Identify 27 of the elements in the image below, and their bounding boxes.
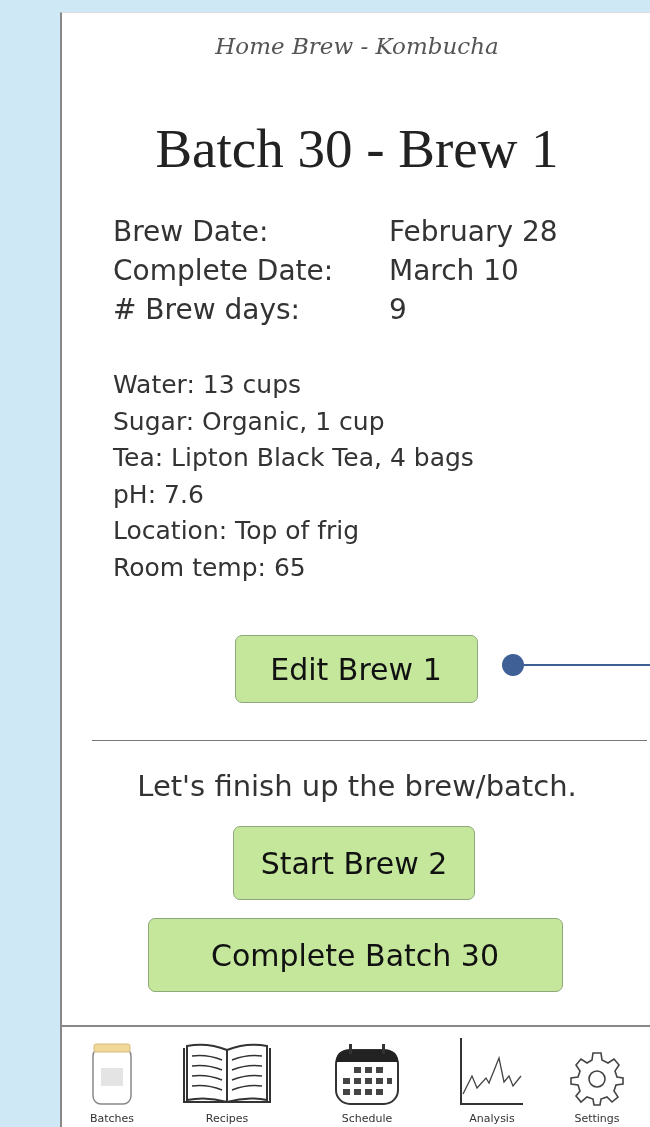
line-chart-icon xyxy=(459,1038,525,1106)
calendar-icon xyxy=(334,1042,400,1106)
detail-line: Water: 13 cups xyxy=(113,369,303,401)
nav-item[interactable]: Batches xyxy=(62,1042,162,1125)
nav-item[interactable]: Schedule xyxy=(292,1042,442,1125)
field-value: February 28 xyxy=(389,214,559,250)
action-button[interactable]: Complete Batch 30 xyxy=(147,918,563,992)
field-value: March 10 xyxy=(389,253,520,289)
prompt-text: Let's finish up the brew/batch. xyxy=(136,768,578,804)
book-icon xyxy=(182,1042,272,1106)
detail-line: pH: 7.6 xyxy=(113,478,205,511)
detail-line: Sugar: Organic, 1 cup xyxy=(113,405,386,438)
field-label: # Brew days: xyxy=(113,292,302,328)
field-label: Brew Date: xyxy=(113,214,270,250)
settings-icon xyxy=(569,1050,625,1106)
field-label: Complete Date: xyxy=(113,253,335,289)
nav-item[interactable]: Analysis xyxy=(442,1038,542,1125)
detail-line: Tea: Lipton Black Tea, 4 bags xyxy=(113,442,475,474)
action-button[interactable]: Start Brew 2 xyxy=(233,826,475,900)
field-value: 9 xyxy=(389,292,408,328)
batch-heading: Batch 30 - Brew 1 xyxy=(154,117,560,181)
detail-line: Location: Top of frig xyxy=(113,515,361,547)
app-title: Home Brew - Kombucha xyxy=(214,33,500,60)
nav-item[interactable]: Recipes xyxy=(162,1042,292,1125)
edit-button[interactable]: Edit Brew 1 xyxy=(234,635,478,703)
detail-line: Room temp: 65 xyxy=(113,551,307,584)
nav-item[interactable]: Settings xyxy=(542,1050,650,1125)
